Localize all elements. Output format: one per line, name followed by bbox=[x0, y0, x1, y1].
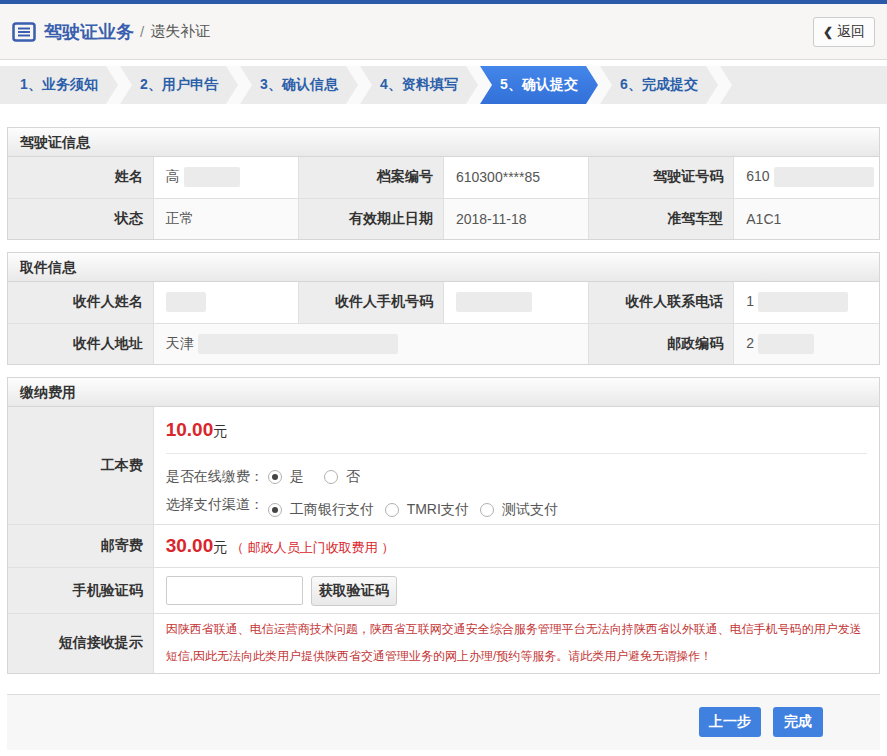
redaction-blur bbox=[758, 292, 848, 312]
chevron-left-icon: ❮ bbox=[823, 25, 833, 39]
table-row: 工本费 10.00元 是否在线缴费： 是 否 选择支付渠道： 工商银行支付 TM… bbox=[8, 407, 879, 525]
step-5-active[interactable]: 5、确认提交 bbox=[480, 66, 598, 104]
status-value: 正常 bbox=[153, 198, 298, 239]
redaction-blur bbox=[166, 292, 206, 312]
recipient-name-label: 收件人姓名 bbox=[8, 282, 153, 323]
online-pay-row: 是否在线缴费： 是 否 bbox=[166, 466, 867, 488]
table-row: 手机验证码 获取验证码 bbox=[8, 568, 879, 614]
radio-unchecked-icon[interactable] bbox=[324, 470, 338, 484]
cost-amount: 10.00 bbox=[166, 419, 214, 440]
page-subtitle: 遗失补证 bbox=[150, 22, 210, 41]
table-row: 短信接收提示 因陕西省联通、电信运营商技术问题，陕西省互联网交通安全综合服务管理… bbox=[8, 614, 879, 673]
license-info-table: 姓名 高 档案编号 610300****85 驾驶证号码 610 状态 正常 有… bbox=[8, 157, 879, 239]
page-header: 驾驶证业务 / 遗失补证 ❮ 返回 bbox=[0, 4, 887, 60]
step-4[interactable]: 4、资料填写 bbox=[360, 66, 478, 104]
sms-tip-text: 因陕西省联通、电信运营商技术问题，陕西省互联网交通安全综合服务管理平台无法向持陕… bbox=[153, 614, 879, 673]
pickup-info-section: 取件信息 收件人姓名 收件人手机号码 收件人联系电话 1 收件人地址 天津 邮政… bbox=[7, 252, 880, 365]
name-value: 高 bbox=[153, 157, 298, 198]
title-separator: / bbox=[140, 23, 144, 40]
license-info-section: 驾驶证信息 姓名 高 档案编号 610300****85 驾驶证号码 610 状… bbox=[7, 127, 880, 240]
fees-section: 缴纳费用 工本费 10.00元 是否在线缴费： 是 否 选择支付渠道： 工商银行… bbox=[7, 377, 880, 674]
step-3[interactable]: 3、确认信息 bbox=[240, 66, 358, 104]
expiry-label: 有效期止日期 bbox=[298, 198, 443, 239]
radio-checked-icon[interactable] bbox=[268, 503, 282, 517]
page-title: 驾驶证业务 bbox=[44, 20, 134, 44]
table-row: 邮寄费 30.00元 （ 邮政人员上门收取费用 ） bbox=[8, 525, 879, 568]
license-section-title: 驾驶证信息 bbox=[8, 128, 879, 157]
vehicle-class-value: A1C1 bbox=[734, 198, 879, 239]
online-pay-option-yes[interactable]: 是 bbox=[268, 468, 304, 486]
redaction-blur bbox=[184, 167, 240, 187]
fees-table: 工本费 10.00元 是否在线缴费： 是 否 选择支付渠道： 工商银行支付 TM… bbox=[8, 407, 879, 673]
redaction-blur bbox=[774, 167, 874, 187]
online-pay-label: 是否在线缴费： bbox=[166, 468, 268, 486]
license-number-value: 610 bbox=[734, 157, 879, 198]
table-row: 收件人姓名 收件人手机号码 收件人联系电话 1 bbox=[8, 282, 879, 323]
captcha-input[interactable] bbox=[166, 576, 303, 605]
main-content: 驾驶证信息 姓名 高 档案编号 610300****85 驾驶证号码 610 状… bbox=[0, 127, 887, 674]
radio-unchecked-icon[interactable] bbox=[480, 503, 494, 517]
recipient-address-label: 收件人地址 bbox=[8, 323, 153, 364]
table-row: 状态 正常 有效期止日期 2018-11-18 准驾车型 A1C1 bbox=[8, 198, 879, 239]
back-button[interactable]: ❮ 返回 bbox=[813, 17, 875, 47]
postage-label: 邮寄费 bbox=[8, 525, 153, 568]
step-bar-filler bbox=[720, 66, 887, 104]
table-row: 收件人地址 天津 邮政编码 2 bbox=[8, 323, 879, 364]
pickup-section-title: 取件信息 bbox=[8, 253, 879, 282]
pay-channel-option-icbc[interactable]: 工商银行支付 bbox=[268, 501, 374, 519]
recipient-mobile-label: 收件人手机号码 bbox=[298, 282, 443, 323]
sms-tip-label: 短信接收提示 bbox=[8, 614, 153, 673]
cost-unit: 元 bbox=[213, 423, 227, 439]
captcha-cell: 获取验证码 bbox=[153, 568, 879, 614]
zip-code-value: 2 bbox=[734, 323, 879, 364]
recipient-mobile-value bbox=[443, 282, 588, 323]
footer-bar: 上一步 完成 bbox=[7, 694, 880, 750]
radio-checked-icon[interactable] bbox=[268, 470, 282, 484]
online-pay-option-no[interactable]: 否 bbox=[324, 468, 360, 486]
pickup-info-table: 收件人姓名 收件人手机号码 收件人联系电话 1 收件人地址 天津 邮政编码 2 bbox=[8, 282, 879, 364]
redaction-blur bbox=[758, 334, 814, 354]
pay-channel-row: 选择支付渠道： 工商银行支付 TMRI支付 测试支付 bbox=[166, 494, 867, 516]
file-number-label: 档案编号 bbox=[298, 157, 443, 198]
postage-unit: 元 bbox=[213, 539, 227, 555]
finish-button[interactable]: 完成 bbox=[773, 707, 823, 737]
pay-channel-option-test[interactable]: 测试支付 bbox=[480, 501, 558, 519]
recipient-address-value: 天津 bbox=[153, 323, 588, 364]
step-2[interactable]: 2、用户申告 bbox=[120, 66, 238, 104]
cost-amount-line: 10.00元 bbox=[166, 419, 867, 441]
cost-value-cell: 10.00元 是否在线缴费： 是 否 选择支付渠道： 工商银行支付 TMRI支付… bbox=[153, 407, 879, 525]
expiry-value: 2018-11-18 bbox=[443, 198, 588, 239]
recipient-phone-value: 1 bbox=[734, 282, 879, 323]
name-label: 姓名 bbox=[8, 157, 153, 198]
file-number-value: 610300****85 bbox=[443, 157, 588, 198]
postage-note: （ 邮政人员上门收取费用 ） bbox=[231, 540, 394, 555]
get-captcha-button[interactable]: 获取验证码 bbox=[311, 576, 397, 606]
step-bar: 1、业务须知 2、用户申告 3、确认信息 4、资料填写 5、确认提交 6、完成提… bbox=[0, 66, 887, 104]
table-row: 姓名 高 档案编号 610300****85 驾驶证号码 610 bbox=[8, 157, 879, 198]
status-label: 状态 bbox=[8, 198, 153, 239]
recipient-phone-label: 收件人联系电话 bbox=[589, 282, 734, 323]
divider bbox=[166, 453, 867, 454]
vehicle-class-label: 准驾车型 bbox=[589, 198, 734, 239]
pay-channel-option-tmri[interactable]: TMRI支付 bbox=[385, 501, 469, 519]
cost-label: 工本费 bbox=[8, 407, 153, 525]
recipient-name-value bbox=[153, 282, 298, 323]
captcha-label: 手机验证码 bbox=[8, 568, 153, 614]
back-button-label: 返回 bbox=[837, 23, 865, 41]
redaction-blur bbox=[456, 292, 532, 312]
fees-section-title: 缴纳费用 bbox=[8, 378, 879, 407]
step-1[interactable]: 1、业务须知 bbox=[0, 66, 118, 104]
pay-channel-label: 选择支付渠道： bbox=[166, 496, 268, 514]
postage-amount: 30.00 bbox=[166, 535, 214, 556]
step-6[interactable]: 6、完成提交 bbox=[600, 66, 718, 104]
previous-step-button[interactable]: 上一步 bbox=[699, 707, 761, 737]
redaction-blur bbox=[198, 334, 398, 354]
license-number-label: 驾驶证号码 bbox=[589, 157, 734, 198]
list-icon bbox=[12, 22, 36, 42]
radio-unchecked-icon[interactable] bbox=[385, 503, 399, 517]
postage-value-cell: 30.00元 （ 邮政人员上门收取费用 ） bbox=[153, 525, 879, 568]
zip-code-label: 邮政编码 bbox=[589, 323, 734, 364]
